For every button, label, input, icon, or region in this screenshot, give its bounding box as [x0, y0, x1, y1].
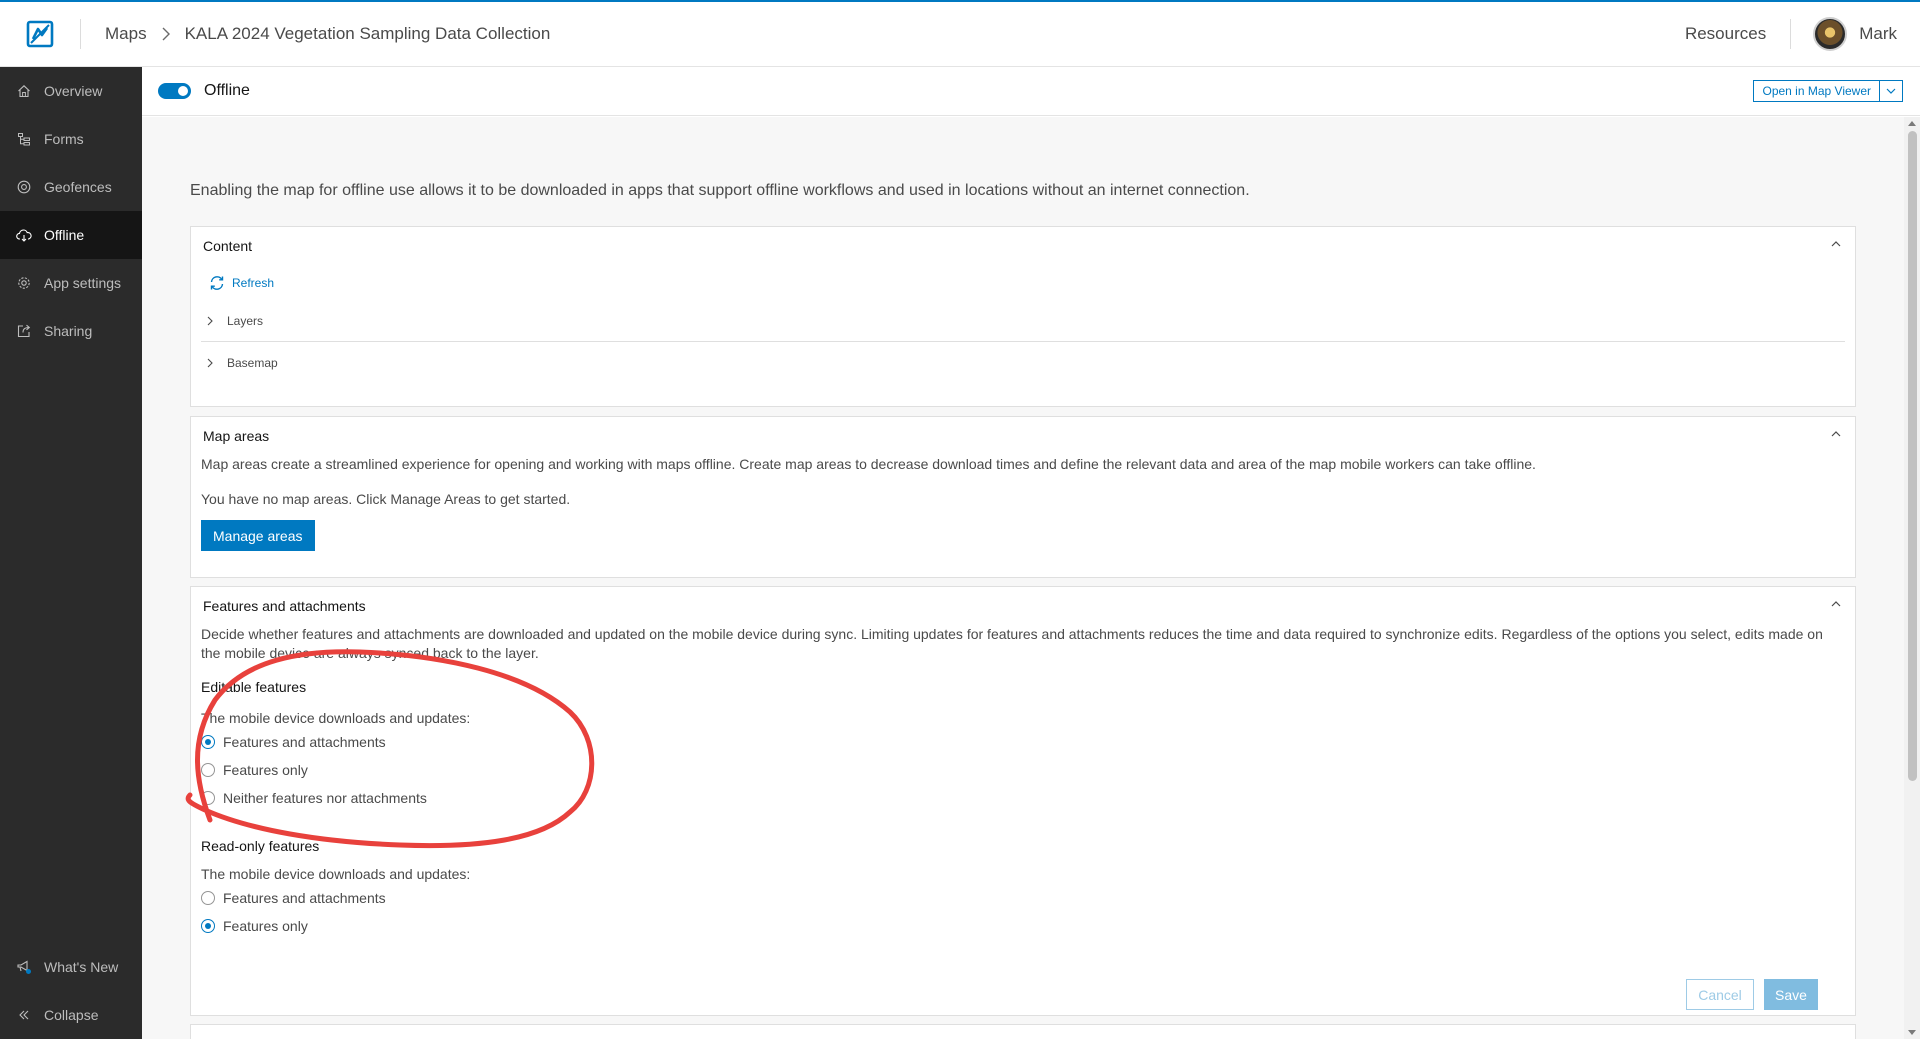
features-panel-header[interactable]: Features and attachments	[191, 587, 1855, 625]
editable-option-neither[interactable]: Neither features nor attachments	[201, 784, 1845, 812]
sidebar: Overview Forms Geofences Offline App set…	[0, 67, 142, 1039]
sidebar-item-sharing[interactable]: Sharing	[0, 307, 142, 355]
open-in-map-viewer-button[interactable]: Open in Map Viewer	[1754, 81, 1880, 101]
breadcrumb: Maps KALA 2024 Vegetation Sampling Data …	[105, 24, 550, 44]
sidebar-item-geofences[interactable]: Geofences	[0, 163, 142, 211]
breadcrumb-maps-link[interactable]: Maps	[105, 24, 147, 44]
sidebar-item-label: Forms	[44, 131, 84, 147]
sidebar-item-label: Offline	[44, 227, 85, 243]
scroll-down-arrow-icon[interactable]	[1908, 1030, 1916, 1035]
radio-label: Features only	[223, 762, 308, 778]
chevron-right-icon	[207, 358, 213, 368]
radio-button[interactable]	[201, 735, 215, 749]
chevron-up-icon	[1831, 431, 1841, 437]
sidebar-item-overview[interactable]: Overview	[0, 67, 142, 115]
map-areas-empty-text: You have no map areas. Click Manage Area…	[201, 491, 571, 507]
sidebar-item-offline[interactable]: Offline	[0, 211, 142, 259]
breadcrumb-current-map: KALA 2024 Vegetation Sampling Data Colle…	[184, 24, 551, 43]
map-viewer-dropdown-button[interactable]	[1880, 81, 1902, 101]
offline-toolbar: Offline Open in Map Viewer	[142, 67, 1920, 116]
forms-icon	[16, 131, 32, 147]
chevron-up-icon	[1831, 601, 1841, 607]
chevron-right-icon	[161, 26, 171, 42]
readonly-features-heading: Read-only features	[201, 838, 320, 854]
sidebar-item-label: Overview	[44, 83, 103, 99]
basemap-label: Basemap	[227, 355, 278, 370]
radio-button[interactable]	[201, 763, 215, 777]
sidebar-item-collapse[interactable]: Collapse	[0, 991, 142, 1039]
sidebar-item-label: App settings	[44, 275, 122, 291]
scroll-thumb[interactable]	[1908, 131, 1917, 781]
readonly-option-features-and-attachments[interactable]: Features and attachments	[201, 884, 1845, 912]
chevron-down-icon	[1886, 88, 1896, 94]
resources-link[interactable]: Resources	[1685, 24, 1790, 44]
sidebar-item-whats-new[interactable]: What's New	[0, 943, 142, 991]
editable-option-features-only[interactable]: Features only	[201, 756, 1845, 784]
next-panel	[190, 1024, 1856, 1039]
editable-option-features-and-attachments[interactable]: Features and attachments	[201, 728, 1845, 756]
open-in-map-viewer-split-button: Open in Map Viewer	[1753, 80, 1903, 102]
sidebar-item-label: What's New	[44, 959, 119, 975]
refresh-button[interactable]: Refresh	[201, 265, 1845, 301]
editable-features-heading: Editable features	[201, 679, 307, 695]
home-icon	[16, 83, 32, 99]
header-divider	[1790, 19, 1792, 49]
app-header: Maps KALA 2024 Vegetation Sampling Data …	[0, 0, 1920, 67]
header-divider	[80, 19, 81, 49]
map-areas-panel-header[interactable]: Map areas	[191, 417, 1855, 455]
refresh-icon	[208, 274, 226, 292]
radio-button[interactable]	[201, 891, 215, 905]
radio-label: Neither features nor attachments	[223, 790, 427, 806]
panel-title: Content	[203, 238, 253, 254]
content-scrollbar[interactable]	[1904, 117, 1920, 1039]
layers-row[interactable]: Layers	[201, 301, 1845, 342]
field-maps-logo-icon[interactable]	[20, 14, 60, 54]
radio-label: Features only	[223, 918, 308, 934]
gear-icon	[16, 275, 32, 291]
radio-button[interactable]	[201, 791, 215, 805]
offline-cloud-icon	[16, 227, 32, 243]
collapse-icon	[16, 1007, 32, 1023]
map-areas-panel: Map areas Map areas create a streamlined…	[190, 416, 1856, 578]
chevron-up-icon	[1831, 241, 1841, 247]
content-panel: Content Refresh Layers Basemap	[190, 226, 1856, 407]
scroll-up-arrow-icon[interactable]	[1908, 121, 1916, 126]
offline-intro-text: Enabling the map for offline use allows …	[190, 182, 1250, 199]
layers-label: Layers	[227, 314, 264, 328]
chevron-right-icon	[207, 316, 213, 326]
features-attachments-panel: Features and attachments Decide whether …	[190, 586, 1856, 1016]
manage-areas-button[interactable]: Manage areas	[201, 520, 315, 551]
readonly-prompt: The mobile device downloads and updates:	[201, 866, 471, 882]
panel-title: Features and attachments	[203, 598, 366, 614]
features-description: Decide whether features and attachments …	[201, 626, 1823, 661]
editable-prompt: The mobile device downloads and updates:	[201, 710, 471, 726]
user-name[interactable]: Mark	[1859, 24, 1897, 44]
content-panel-header[interactable]: Content	[191, 227, 1855, 265]
sidebar-item-app-settings[interactable]: App settings	[0, 259, 142, 307]
radio-label: Features and attachments	[223, 734, 386, 750]
sidebar-item-forms[interactable]: Forms	[0, 115, 142, 163]
refresh-label: Refresh	[232, 276, 275, 290]
cancel-button[interactable]: Cancel	[1686, 979, 1754, 1010]
sidebar-item-label: Collapse	[44, 1007, 99, 1023]
basemap-row[interactable]: Basemap	[201, 342, 1845, 383]
radio-label: Features and attachments	[223, 890, 386, 906]
main-content: Enabling the map for offline use allows …	[142, 117, 1904, 1039]
geofence-icon	[16, 179, 32, 195]
avatar[interactable]	[1813, 17, 1848, 51]
save-button[interactable]: Save	[1764, 979, 1818, 1010]
radio-button[interactable]	[201, 919, 215, 933]
sidebar-item-label: Geofences	[44, 179, 112, 195]
readonly-option-features-only[interactable]: Features only	[201, 912, 1845, 940]
offline-toggle[interactable]	[158, 83, 191, 99]
share-icon	[16, 323, 32, 339]
offline-toggle-label: Offline	[204, 82, 250, 99]
sidebar-item-label: Sharing	[44, 323, 93, 339]
panel-title: Map areas	[203, 428, 270, 444]
megaphone-icon	[16, 959, 32, 975]
map-areas-description: Map areas create a streamlined experienc…	[201, 456, 1536, 472]
